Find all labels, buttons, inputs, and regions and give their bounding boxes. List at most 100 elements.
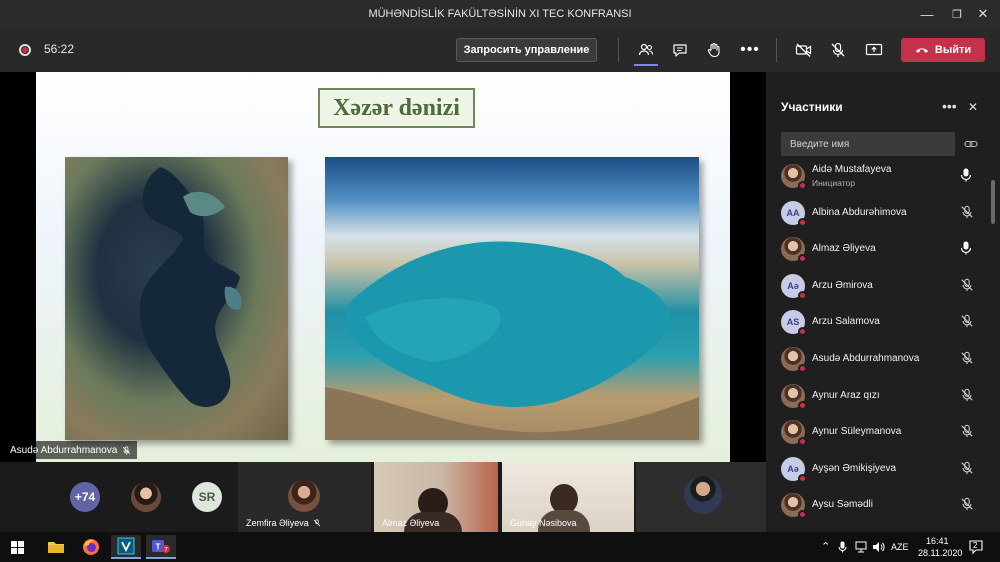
participants-button[interactable] [634, 38, 658, 62]
taskbar-app-v[interactable] [111, 535, 141, 559]
participant-name: Asudə Abdurrahmanova [812, 353, 920, 364]
svg-text:T: T [156, 543, 161, 552]
tile-name-tag: Günay Nəsibova [510, 518, 577, 528]
network-icon[interactable] [855, 541, 867, 553]
participant-row[interactable]: AS Arzu Salamova [766, 306, 990, 342]
participant-initials-avatar[interactable]: SR [192, 482, 222, 512]
participant-name: Aynur Süleymanova [812, 426, 902, 438]
panel-title: Участники [781, 100, 843, 114]
more-icon: ••• [942, 98, 957, 114]
folder-icon [48, 542, 64, 553]
mic-off-icon [313, 519, 321, 527]
keyboard-language[interactable]: AZE [891, 542, 909, 552]
close-window-button[interactable]: ✕ [966, 0, 1000, 28]
share-screen-button[interactable] [862, 38, 886, 62]
participants-active-indicator [634, 64, 658, 66]
taskbar-file-explorer[interactable] [41, 535, 71, 559]
window-title: MÜHƏNDİSLİK FAKÜLTƏSİNİN XI TEC KONFRANS… [368, 8, 632, 20]
window-title-bar: MÜHƏNDİSLİK FAKÜLTƏSİNİN XI TEC KONFRANS… [0, 0, 1000, 28]
participant-name: Almaz Əliyeva [812, 243, 876, 255]
mic-off-icon [960, 497, 976, 513]
clock-date[interactable]: 28.11.2020 [918, 548, 962, 558]
participant-name: Aysu Səmədli [812, 499, 873, 511]
gallery-video-tile[interactable]: Günay Nəsibova [502, 462, 634, 532]
panel-more-button[interactable]: ••• [942, 98, 957, 114]
mic-off-icon [123, 445, 131, 454]
meeting-timer: 56:22 [44, 42, 75, 56]
more-actions-button[interactable]: ••• [738, 38, 762, 62]
participant-name: Aidə Mustafayeva [812, 164, 892, 175]
notification-center-button[interactable]: 2 [968, 539, 984, 555]
mic-toggle-button[interactable] [826, 38, 850, 62]
participant-row[interactable]: AA Albina Abdurəhimova [766, 197, 990, 233]
toolbar-divider [618, 38, 619, 62]
gallery-video-tile[interactable]: Almaz Əliyeva [374, 462, 498, 532]
mic-off-icon [960, 388, 976, 404]
more-participants-button[interactable]: +74 [70, 482, 100, 512]
chat-button[interactable] [668, 38, 692, 62]
camera-toggle-button[interactable] [792, 38, 816, 62]
participant-name: Ayşən Əmikişiyeva [812, 462, 897, 474]
participant-row[interactable]: Asudə Abdurrahmanova [766, 343, 990, 379]
taskbar-firefox[interactable] [76, 535, 106, 559]
raise-hand-button[interactable] [702, 38, 726, 62]
caspian-satellite-shape [139, 167, 242, 407]
mic-off-icon [960, 314, 976, 330]
participant-avatar[interactable] [131, 482, 161, 512]
volume-icon[interactable] [872, 541, 885, 553]
gallery-tile[interactable]: Zemfira Əliyeva [238, 462, 371, 532]
leave-meeting-button[interactable]: Выйти [901, 38, 985, 62]
avatar-initials: AA [786, 207, 800, 218]
close-icon: ✕ [968, 100, 979, 114]
tile-name: Günay Nəsibova [510, 518, 577, 528]
app-v-icon [117, 537, 135, 555]
participant-row[interactable]: Aysu Səmədli [766, 489, 990, 525]
link-icon [964, 140, 978, 148]
participant-list: Aidə Mustafayeva Инициатор AA Albina Abdurə… [766, 160, 990, 532]
participant-row[interactable]: Aidə Mustafayeva Инициатор [766, 160, 990, 196]
tray-mic-icon[interactable] [838, 541, 847, 553]
presence-busy-indicator [798, 437, 807, 447]
presence-busy-indicator [798, 181, 807, 190]
clock-time[interactable]: 16:41 [926, 536, 949, 546]
share-invite-button[interactable] [964, 136, 978, 154]
chat-icon [673, 44, 687, 57]
tile-name-tag: Zemfira Əliyeva [246, 518, 321, 528]
share-screen-icon [865, 43, 883, 56]
presenter-name: Asudə Abdurrahmanova [10, 444, 118, 456]
presence-busy-indicator [798, 473, 807, 483]
request-control-button[interactable]: Запросить управление [456, 38, 597, 62]
presence-busy-indicator [798, 254, 807, 264]
start-button[interactable] [2, 535, 32, 559]
participant-list-scrollbar[interactable] [991, 180, 995, 224]
minimize-icon: — [920, 6, 934, 22]
participant-avatar [684, 476, 722, 514]
participant-name: Albina Abdurəhimova [812, 206, 907, 218]
participant-search-input[interactable] [781, 132, 955, 156]
caspian-render-shape [325, 241, 699, 440]
participant-row[interactable]: Aynur Araz qızı [766, 380, 990, 416]
participant-row[interactable]: Almaz Əliyeva [766, 233, 990, 269]
participant-role: Инициатор [812, 178, 855, 188]
presence-busy-indicator [798, 327, 807, 337]
tile-name-tag: Almaz Əliyeva [382, 518, 439, 528]
mic-off-icon [960, 205, 976, 221]
participant-row[interactable]: Aynur Süleymanova [766, 416, 990, 452]
presence-busy-indicator [798, 510, 807, 520]
satellite-map-image [65, 157, 288, 440]
avatar-initials: SR [198, 490, 216, 504]
meeting-toolbar: 56:22 Запросить управление ••• Выйти [0, 28, 1000, 72]
panel-close-button[interactable]: ✕ [968, 100, 978, 114]
recording-icon [19, 44, 31, 56]
presenter-name-tag: Asudə Abdurrahmanova [4, 441, 138, 459]
minimize-button[interactable]: — [910, 0, 944, 28]
participant-row[interactable]: Aə Ayşən Əmikişiyeva [766, 453, 990, 489]
gallery-tile[interactable] [636, 462, 766, 532]
tile-name: Zemfira Əliyeva [246, 518, 309, 528]
tray-overflow-icon[interactable]: ⌃ [821, 540, 830, 553]
avatar-initials: AS [786, 317, 800, 328]
tile-name: Almaz Əliyeva [382, 518, 440, 528]
participant-row[interactable]: Aə Arzu Əmirova [766, 270, 990, 306]
windows-logo-icon [10, 540, 24, 554]
taskbar-teams[interactable]: T7 [146, 535, 176, 559]
